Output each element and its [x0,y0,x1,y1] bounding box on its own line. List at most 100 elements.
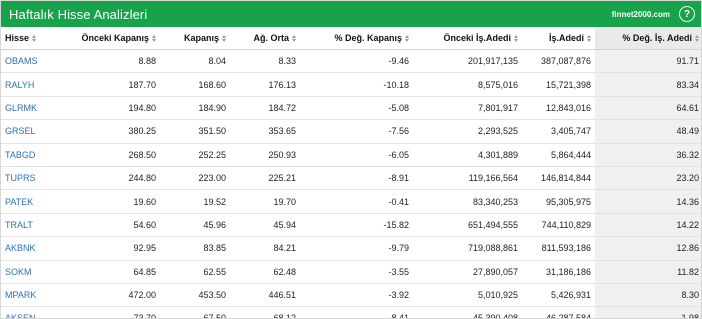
stock-symbol-link[interactable]: AKSEN [1,306,69,318]
table-cell: -0.41 [300,189,413,214]
table-row: MPARK 472.00 453.50 446.51 -3.92 5,010,925 5,4… [1,283,701,308]
weekly-stock-analysis-widget: Haftalık Hisse Analizleri finnet2000.com… [0,0,702,319]
table-cell: 744,110,829 [522,213,595,238]
column-header[interactable]: % Değ. İş. Adedi [595,27,701,50]
table-cell: 83.34 [595,72,701,97]
table-cell: 31,186,186 [522,260,595,284]
table-cell: 62.48 [230,260,300,284]
column-header-label: % Değ. İş. Adedi [622,33,692,43]
column-header[interactable]: Hisse [1,27,69,50]
table-row: RALYH 187.70 168.60 176.13 -10.18 8,575,016 15… [1,72,701,97]
table-cell: 15,721,398 [522,72,595,97]
table-cell: 268.50 [69,143,160,167]
table-row: SOKM 64.85 62.55 62.48 -3.55 27,890,057 31,186… [1,260,701,284]
stock-symbol-link[interactable]: TUPRS [1,166,69,191]
table-cell: 84.21 [230,236,300,261]
table-cell: -7.56 [300,119,413,144]
table-cell: 194.80 [69,96,160,121]
table-row: OBAMS 8.88 8.04 8.33 -9.46 201,917,135 387,087… [1,49,701,74]
sort-arrows-icon[interactable] [514,35,518,43]
stock-symbol-link[interactable]: TABGD [1,143,69,167]
help-icon[interactable]: ? [679,6,695,22]
stock-symbol-link[interactable]: OBAMS [1,49,69,74]
table-cell: -10.18 [300,72,413,97]
table-cell: 201,917,135 [413,49,522,74]
table-row: GRSEL 380.25 351.50 353.65 -7.56 2,293,525 3,4… [1,119,701,144]
table-cell: 67.50 [160,306,230,318]
table-cell: 14.22 [595,213,701,238]
table-cell: 8.88 [69,49,160,74]
table-cell: 46,287,584 [522,306,595,318]
table-cell: 64.85 [69,260,160,284]
column-header[interactable]: % Değ. Kapanış [300,27,413,50]
table-cell: 250.93 [230,143,300,167]
table-cell: 5,864,444 [522,143,595,167]
table-cell: 8.04 [160,49,230,74]
stock-symbol-link[interactable]: PATEK [1,189,69,214]
table-cell: 12,843,016 [522,96,595,121]
column-header[interactable]: İş.Adedi [522,27,595,50]
widget-header: Haftalık Hisse Analizleri finnet2000.com… [1,1,701,27]
table-header-row: Hisse Önceki Kapanış Kapanış Ağ. Orta % Değ.… [1,27,701,50]
table-cell: 453.50 [160,283,230,308]
sort-arrows-icon[interactable] [587,35,591,43]
table-cell: 45.94 [230,213,300,238]
stock-symbol-link[interactable]: SOKM [1,260,69,284]
table-cell: 387,087,876 [522,49,595,74]
table-cell: 27,890,057 [413,260,522,284]
table-cell: 252.25 [160,143,230,167]
table-cell: 651,494,555 [413,213,522,238]
table-cell: -8.91 [300,166,413,191]
column-header-label: % Değ. Kapanış [334,33,402,43]
table-cell: 23.20 [595,166,701,191]
table-cell: 68.12 [230,306,300,318]
sort-arrows-icon[interactable] [152,35,156,43]
table-cell: 176.13 [230,72,300,97]
column-header-label: Önceki Kapanış [81,33,149,43]
table-cell: 54.60 [69,213,160,238]
column-header-label: Kapanış [183,33,219,43]
table-cell: -8.41 [300,306,413,318]
stock-symbol-link[interactable]: RALYH [1,72,69,97]
stock-symbol-link[interactable]: GRSEL [1,119,69,144]
table-cell: 4,301,889 [413,143,522,167]
table-row: TRALT 54.60 45.96 45.94 -15.82 651,494,555 744… [1,213,701,238]
stock-symbol-link[interactable]: GLRMK [1,96,69,121]
table-cell: 187.70 [69,72,160,97]
stock-symbol-link[interactable]: AKBNK [1,236,69,261]
table-cell: 14.36 [595,189,701,214]
table-cell: 8.33 [230,49,300,74]
table-cell: -5.08 [300,96,413,121]
table-cell: 719,088,861 [413,236,522,261]
sort-arrows-icon[interactable] [32,35,37,43]
stock-table: Hisse Önceki Kapanış Kapanış Ağ. Orta % Değ.… [1,27,701,318]
table-cell: 353.65 [230,119,300,144]
stock-symbol-link[interactable]: TRALT [1,213,69,238]
table-cell: 11.82 [595,260,701,284]
sort-arrows-icon[interactable] [405,35,409,43]
table-cell: 19.60 [69,189,160,214]
column-header[interactable]: Önceki İş.Adedi [413,27,522,50]
sort-arrows-icon[interactable] [292,35,296,43]
table-cell: 92.95 [69,236,160,261]
sort-arrows-icon[interactable] [695,35,699,43]
column-header[interactable]: Önceki Kapanış [69,27,160,50]
table-cell: 45.96 [160,213,230,238]
table-cell: 8,575,016 [413,72,522,97]
table-cell: 3,405,747 [522,119,595,144]
table-cell: 62.55 [160,260,230,284]
header-right: finnet2000.com ? [612,6,695,22]
column-header[interactable]: Ağ. Orta [230,27,300,50]
column-header[interactable]: Kapanış [160,27,230,50]
brand-label: finnet2000.com [611,9,670,19]
table-cell: 811,593,186 [522,236,595,261]
table-cell: 73.70 [69,306,160,318]
table-cell: 83.85 [160,236,230,261]
table-cell: 351.50 [160,119,230,144]
table-row: AKSEN 73.70 67.50 68.12 -8.41 45,390,408 46,28… [1,306,701,318]
sort-arrows-icon[interactable] [222,35,226,43]
table-cell: -3.55 [300,260,413,284]
stock-symbol-link[interactable]: MPARK [1,283,69,308]
table-cell: 45,390,408 [413,306,522,318]
table-cell: 225.21 [230,166,300,191]
